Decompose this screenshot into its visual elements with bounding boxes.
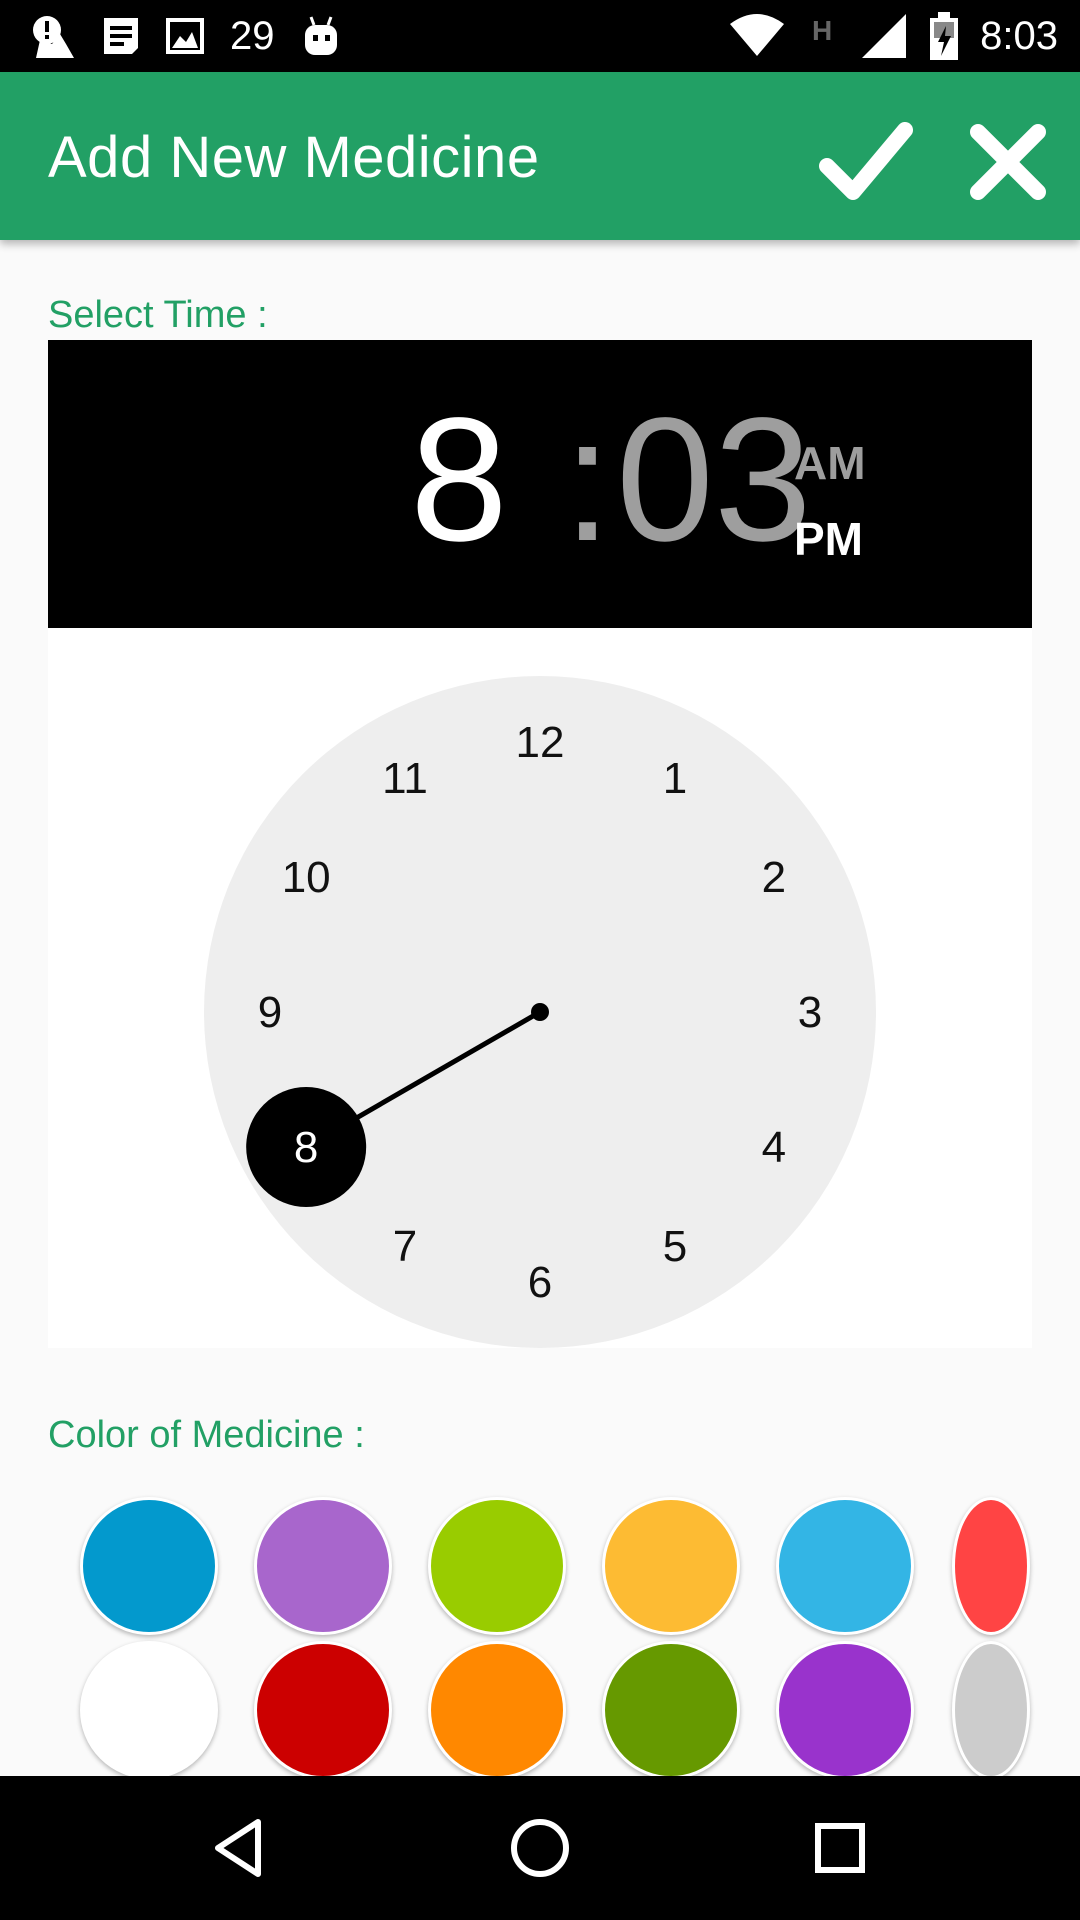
clock-center-dot bbox=[531, 1003, 549, 1021]
time-separator: : bbox=[563, 382, 612, 578]
am-toggle[interactable]: AM bbox=[794, 436, 866, 490]
battery-charging-icon bbox=[930, 12, 959, 60]
clock-number-2[interactable]: 2 bbox=[762, 853, 786, 902]
status-bar: 29 H 8:03 bbox=[0, 0, 1080, 72]
clock-number-8[interactable]: 8 bbox=[294, 1123, 318, 1172]
status-bar-notifications: 29 bbox=[30, 12, 341, 60]
wifi-icon bbox=[730, 14, 785, 56]
home-icon bbox=[511, 1819, 569, 1877]
color-swatch[interactable] bbox=[952, 1641, 1030, 1779]
alert-icon bbox=[33, 16, 74, 58]
clock-number-7[interactable]: 7 bbox=[393, 1222, 417, 1271]
color-swatch[interactable] bbox=[254, 1497, 392, 1635]
minute-display[interactable]: 03 bbox=[616, 392, 812, 568]
clock-number-5[interactable]: 5 bbox=[663, 1222, 687, 1271]
hour-display[interactable]: 8 bbox=[410, 392, 508, 568]
home-button[interactable] bbox=[504, 1812, 576, 1884]
color-swatch[interactable] bbox=[428, 1497, 566, 1635]
image-icon bbox=[166, 18, 204, 54]
recents-icon bbox=[815, 1823, 865, 1873]
color-swatch[interactable] bbox=[254, 1641, 392, 1779]
status-bar-system: H 8:03 bbox=[728, 12, 1058, 60]
clock-number-3[interactable]: 3 bbox=[798, 988, 822, 1037]
signal-icon bbox=[862, 14, 907, 58]
back-icon bbox=[215, 1819, 261, 1877]
android-icon bbox=[304, 16, 337, 55]
pm-toggle[interactable]: PM bbox=[794, 512, 863, 566]
color-of-medicine-label: Color of Medicine : bbox=[48, 1414, 365, 1456]
status-time: 8:03 bbox=[980, 13, 1058, 58]
network-label: H bbox=[812, 15, 832, 46]
color-swatch[interactable] bbox=[428, 1641, 566, 1779]
check-icon bbox=[819, 122, 913, 200]
recents-button[interactable] bbox=[804, 1812, 876, 1884]
clock-face[interactable]: 121234567891011 bbox=[48, 628, 1032, 1348]
navigation-bar bbox=[0, 1776, 1080, 1920]
color-swatch[interactable] bbox=[602, 1641, 740, 1779]
clock-number-6[interactable]: 6 bbox=[528, 1258, 552, 1307]
color-swatch[interactable] bbox=[80, 1497, 218, 1635]
app-bar: Add New Medicine bbox=[0, 72, 1080, 240]
close-icon bbox=[970, 124, 1046, 200]
news-icon bbox=[104, 18, 138, 54]
select-time-label: Select Time : bbox=[48, 294, 268, 336]
page-title: Add New Medicine bbox=[48, 125, 540, 190]
color-swatch[interactable] bbox=[776, 1641, 914, 1779]
time-display: 8 : 03 AM PM bbox=[48, 340, 1032, 628]
confirm-button[interactable] bbox=[815, 112, 915, 212]
back-button[interactable] bbox=[204, 1812, 276, 1884]
color-swatch[interactable] bbox=[952, 1497, 1030, 1635]
network-type-icon: H bbox=[812, 15, 832, 46]
notification-count: 29 bbox=[230, 13, 275, 58]
color-swatch[interactable] bbox=[80, 1641, 218, 1779]
clock-number-4[interactable]: 4 bbox=[762, 1123, 786, 1172]
clock-panel: 12 1 2 3 4 5 6 7 8 9 10 11 bbox=[48, 628, 1032, 1348]
clock-number-10[interactable]: 10 bbox=[282, 853, 331, 902]
color-swatch[interactable] bbox=[602, 1497, 740, 1635]
clock-number-1[interactable]: 1 bbox=[663, 754, 687, 803]
color-swatch[interactable] bbox=[776, 1497, 914, 1635]
clock-number-9[interactable]: 9 bbox=[258, 988, 282, 1037]
close-button[interactable] bbox=[958, 112, 1058, 212]
clock-number-11[interactable]: 11 bbox=[382, 754, 428, 803]
clock-number-12[interactable]: 12 bbox=[516, 718, 565, 767]
